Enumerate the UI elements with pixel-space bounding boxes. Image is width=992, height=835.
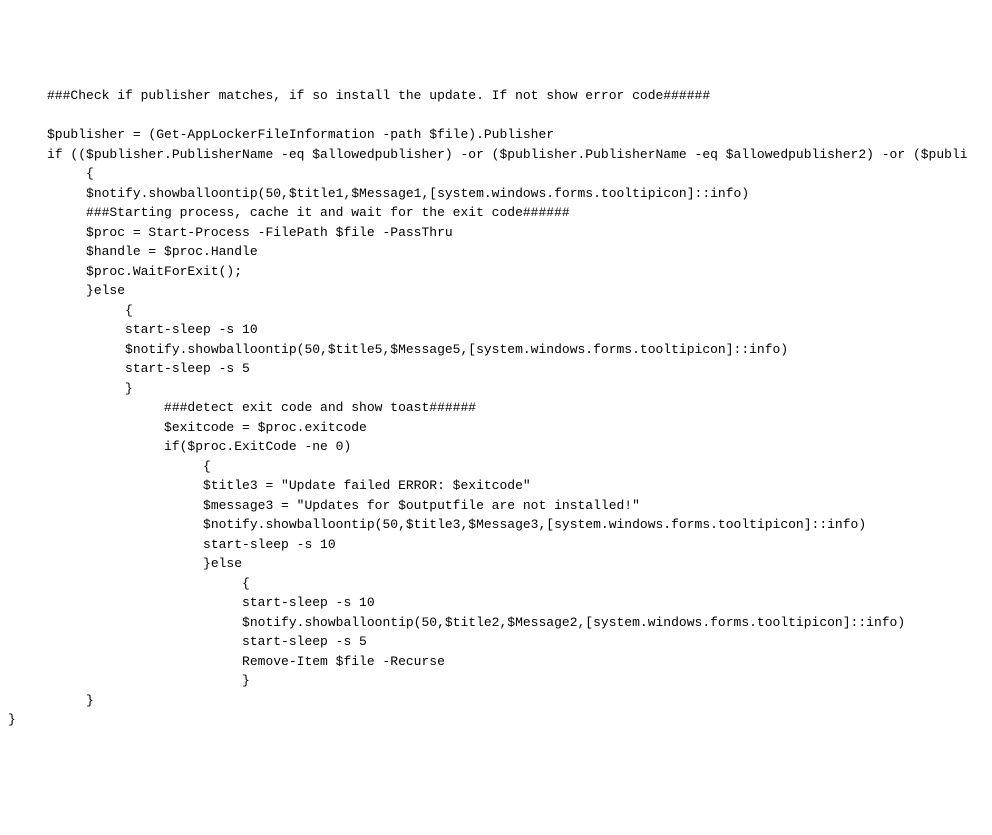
code-line: start-sleep -s 10 <box>8 322 258 337</box>
code-line: ###Starting process, cache it and wait f… <box>8 205 570 220</box>
code-line: } <box>8 381 133 396</box>
code-line: start-sleep -s 5 <box>8 634 367 649</box>
code-line: }else <box>8 556 242 571</box>
code-line: $handle = $proc.Handle <box>8 244 258 259</box>
code-block: ###Check if publisher matches, if so ins… <box>0 78 992 738</box>
code-line: if (($publisher.PublisherName -eq $allow… <box>8 147 968 162</box>
code-line: $message3 = "Updates for $outputfile are… <box>8 498 640 513</box>
code-line: { <box>8 459 211 474</box>
code-line: $notify.showballoontip(50,$title1,$Messa… <box>8 186 749 201</box>
code-line: { <box>8 576 250 591</box>
code-line: $notify.showballoontip(50,$title2,$Messa… <box>8 615 905 630</box>
code-line: ###detect exit code and show toast###### <box>8 400 476 415</box>
code-line: } <box>8 712 16 727</box>
code-line: Remove-Item $file -Recurse <box>8 654 445 669</box>
code-line: start-sleep -s 5 <box>8 361 250 376</box>
code-line: ###Check if publisher matches, if so ins… <box>8 88 710 103</box>
code-line: $exitcode = $proc.exitcode <box>8 420 367 435</box>
code-line: { <box>8 166 94 181</box>
code-line: $proc.WaitForExit(); <box>8 264 242 279</box>
code-line: { <box>8 303 133 318</box>
code-line: $notify.showballoontip(50,$title3,$Messa… <box>8 517 866 532</box>
code-line: $title3 = "Update failed ERROR: $exitcod… <box>8 478 531 493</box>
code-line: $publisher = (Get-AppLockerFileInformati… <box>8 127 554 142</box>
code-line: }else <box>8 283 125 298</box>
code-line: if($proc.ExitCode -ne 0) <box>8 439 351 454</box>
code-line: $notify.showballoontip(50,$title5,$Messa… <box>8 342 788 357</box>
code-line: } <box>8 673 250 688</box>
code-line: $proc = Start-Process -FilePath $file -P… <box>8 225 453 240</box>
code-line: start-sleep -s 10 <box>8 595 375 610</box>
code-line: } <box>8 693 94 708</box>
code-line: start-sleep -s 10 <box>8 537 336 552</box>
